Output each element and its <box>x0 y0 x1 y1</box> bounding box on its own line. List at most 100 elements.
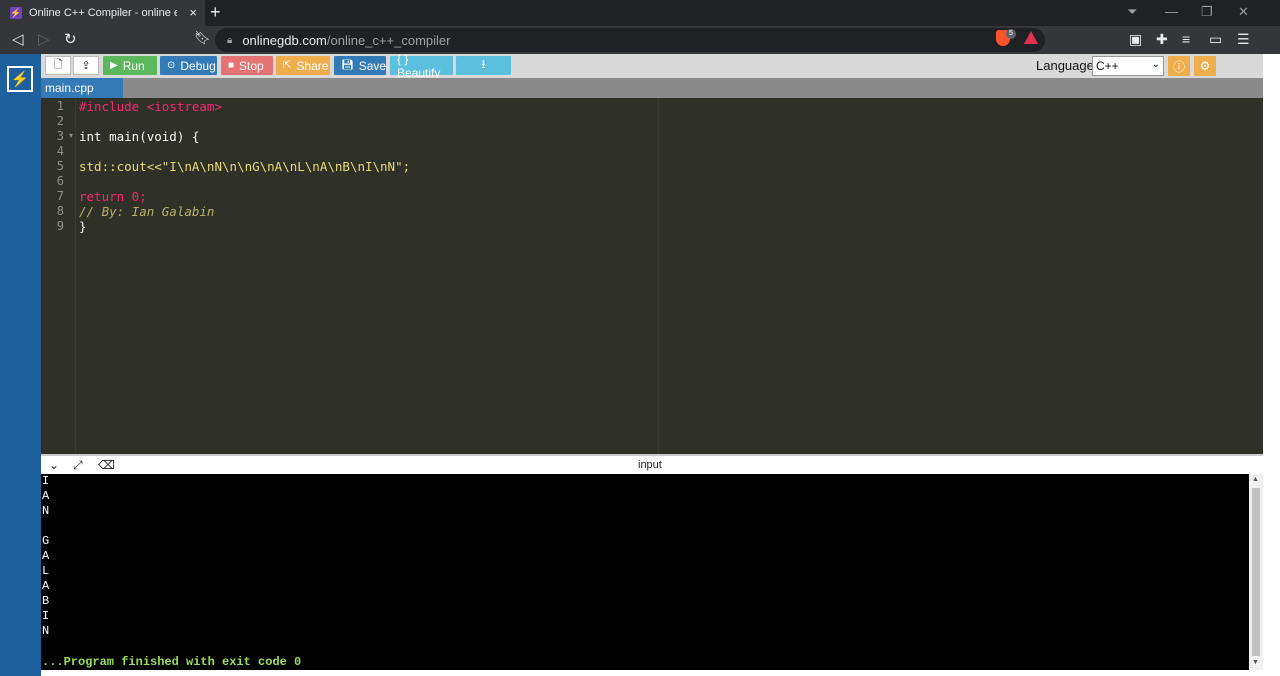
onlinegdb-favicon-icon: ⚡ <box>10 7 22 19</box>
console-output[interactable]: I A N G A L A B I N ...Program finished … <box>41 474 1249 670</box>
scrollbar-thumb[interactable] <box>1252 488 1260 656</box>
output-line: A <box>42 489 50 503</box>
line-number: 9 <box>56 219 64 233</box>
language-label: Language <box>1036 58 1094 73</box>
file-tab-strip: main.cpp <box>41 78 1263 98</box>
brave-rewards-icon[interactable] <box>1024 31 1038 44</box>
run-label: Run <box>122 58 145 73</box>
tab-close-icon[interactable]: × <box>189 5 197 20</box>
page-right-edge <box>1263 54 1280 676</box>
play-icon: ▶ <box>110 60 118 71</box>
save-icon: 💾︎ <box>341 60 354 71</box>
line-number: 2 <box>56 114 64 128</box>
chevron-down-icon: ⌄ <box>1151 59 1160 70</box>
stop-icon: ■ <box>228 60 235 71</box>
media-controls-icon[interactable]: ≡ <box>1182 31 1190 47</box>
collapse-chevron-icon[interactable]: ⌄ <box>49 458 59 472</box>
download-button[interactable]: ⭳ <box>456 56 511 75</box>
debug-button[interactable]: ⊙ Debug <box>160 56 217 75</box>
address-bar[interactable]: 🔒︎ onlinegdb.com/online_c++_compiler <box>215 28 1045 52</box>
info-icon[interactable]: ⓘ <box>1168 56 1190 76</box>
share-label: Share <box>296 58 329 73</box>
output-line: A <box>42 579 50 593</box>
browser-tab[interactable]: ⚡ Online C++ Compiler - online editor × <box>0 0 205 26</box>
brave-shields-badge: 5 <box>1006 29 1016 39</box>
bookmark-icon[interactable]: 🔖︎ <box>194 30 211 46</box>
window-close-icon[interactable]: ✕ <box>1238 4 1249 20</box>
line-number: 6 <box>56 174 64 188</box>
output-line: N <box>42 624 50 638</box>
new-tab-button[interactable]: + <box>210 2 221 23</box>
language-selected-value: C++ <box>1096 59 1119 73</box>
run-button[interactable]: ▶ Run <box>103 56 157 75</box>
output-line: N <box>42 504 50 518</box>
debug-label: Debug <box>180 58 216 73</box>
io-panel-header: ⌄ ⤢ ⌫ input <box>41 454 1263 474</box>
line-number-gutter: 1 2 3 ▾ 4 5 6 7 8 9 <box>41 98 76 454</box>
console-scrollbar[interactable]: ▲ ▼ <box>1249 474 1263 670</box>
url-host: onlinegdb.com <box>242 32 327 48</box>
program-finished-message: ...Program finished with exit code 0 <box>42 655 302 669</box>
output-line: A <box>42 549 50 563</box>
bottom-border <box>41 670 1263 676</box>
clear-console-icon[interactable]: ⌫ <box>98 458 115 472</box>
input-tab[interactable]: input <box>638 459 662 471</box>
beautify-button[interactable]: { } Beautify <box>390 52 453 80</box>
browser-toolbar: ◁ ▷ ↻ 🔖︎ 🔒︎ onlinegdb.com/online_c++_com… <box>0 26 1280 54</box>
share-button[interactable]: ⇱ Share <box>276 56 330 75</box>
upload-file-icon[interactable]: ⇪ <box>73 56 99 75</box>
extensions-puzzle-icon[interactable]: ✚ <box>1156 31 1168 48</box>
beautify-label: { } Beautify <box>397 51 441 80</box>
tab-title: Online C++ Compiler - online editor <box>29 7 177 19</box>
save-label: Save <box>358 58 387 73</box>
code-line: int main(void) { <box>79 129 200 144</box>
debug-icon: ⊙ <box>167 60 176 71</box>
browser-menu-icon[interactable]: ☰ <box>1237 31 1250 48</box>
expand-icon[interactable]: ⤢ <box>73 458 83 473</box>
sidebar-toggle-logo-icon[interactable]: ⚡ <box>7 66 33 92</box>
settings-gear-icon[interactable]: ⚙ <box>1194 56 1216 76</box>
print-margin-line <box>658 98 659 454</box>
minimize-icon[interactable]: — <box>1165 4 1178 19</box>
tab-search-icon[interactable]: ⏷ <box>1127 4 1137 20</box>
language-select[interactable]: C++ ⌄ <box>1092 56 1164 76</box>
code-line: #include <iostream> <box>79 99 222 114</box>
browser-tab-strip: ⚡ Online C++ Compiler - online editor × … <box>0 0 1280 26</box>
url-path: /online_c++_compiler <box>326 32 451 48</box>
app-sidebar: ⚡ <box>0 54 41 676</box>
output-line: I <box>42 609 50 623</box>
code-line: return 0; <box>79 189 147 204</box>
stop-button[interactable]: ■ Stop <box>221 56 273 75</box>
line-number: 5 <box>56 159 64 173</box>
output-line: B <box>42 594 50 608</box>
code-line: std::cout<<"I\nA\nN\n\nG\nA\nL\nA\nB\nI\… <box>79 159 411 174</box>
code-line: // By: Ian Galabin <box>79 204 215 219</box>
stop-label: Stop <box>239 58 264 73</box>
line-number: 8 <box>56 204 64 218</box>
restore-icon[interactable]: ❐ <box>1201 4 1213 20</box>
output-line: L <box>42 564 50 578</box>
file-tab-main-cpp[interactable]: main.cpp <box>41 78 123 98</box>
output-line: G <box>42 534 50 548</box>
line-number: 1 <box>56 99 64 113</box>
download-icon: ⭳ <box>481 57 486 71</box>
share-icon: ⇱ <box>283 60 292 71</box>
save-button[interactable]: 💾︎ Save <box>334 56 386 75</box>
back-icon[interactable]: ◁ <box>12 30 24 48</box>
line-number: 3 <box>56 129 64 143</box>
code-editor[interactable]: 1 2 3 ▾ 4 5 6 7 8 9 #include <iostream> … <box>41 98 1263 454</box>
output-line: I <box>42 474 50 488</box>
line-number: 7 <box>56 189 64 203</box>
reload-icon[interactable]: ↻ <box>64 30 77 48</box>
compiler-toolbar: 🗋︎ ⇪ ▶ Run ⊙ Debug ■ Stop ⇱ Share 💾︎ Save { }… <box>41 52 1263 80</box>
line-number: 4 <box>56 144 64 158</box>
forward-icon[interactable]: ▷ <box>38 30 50 48</box>
new-file-icon[interactable]: 🗋︎ <box>45 56 71 75</box>
lock-icon: 🔒︎ <box>227 34 233 46</box>
scroll-up-icon[interactable]: ▲ <box>1252 476 1259 483</box>
translate-extension-icon[interactable]: ▣ <box>1129 31 1142 48</box>
wallet-icon[interactable]: ▭ <box>1209 31 1222 48</box>
scroll-down-icon[interactable]: ▼ <box>1252 659 1259 666</box>
fold-arrow-icon[interactable]: ▾ <box>69 131 73 140</box>
code-line: } <box>79 219 87 234</box>
